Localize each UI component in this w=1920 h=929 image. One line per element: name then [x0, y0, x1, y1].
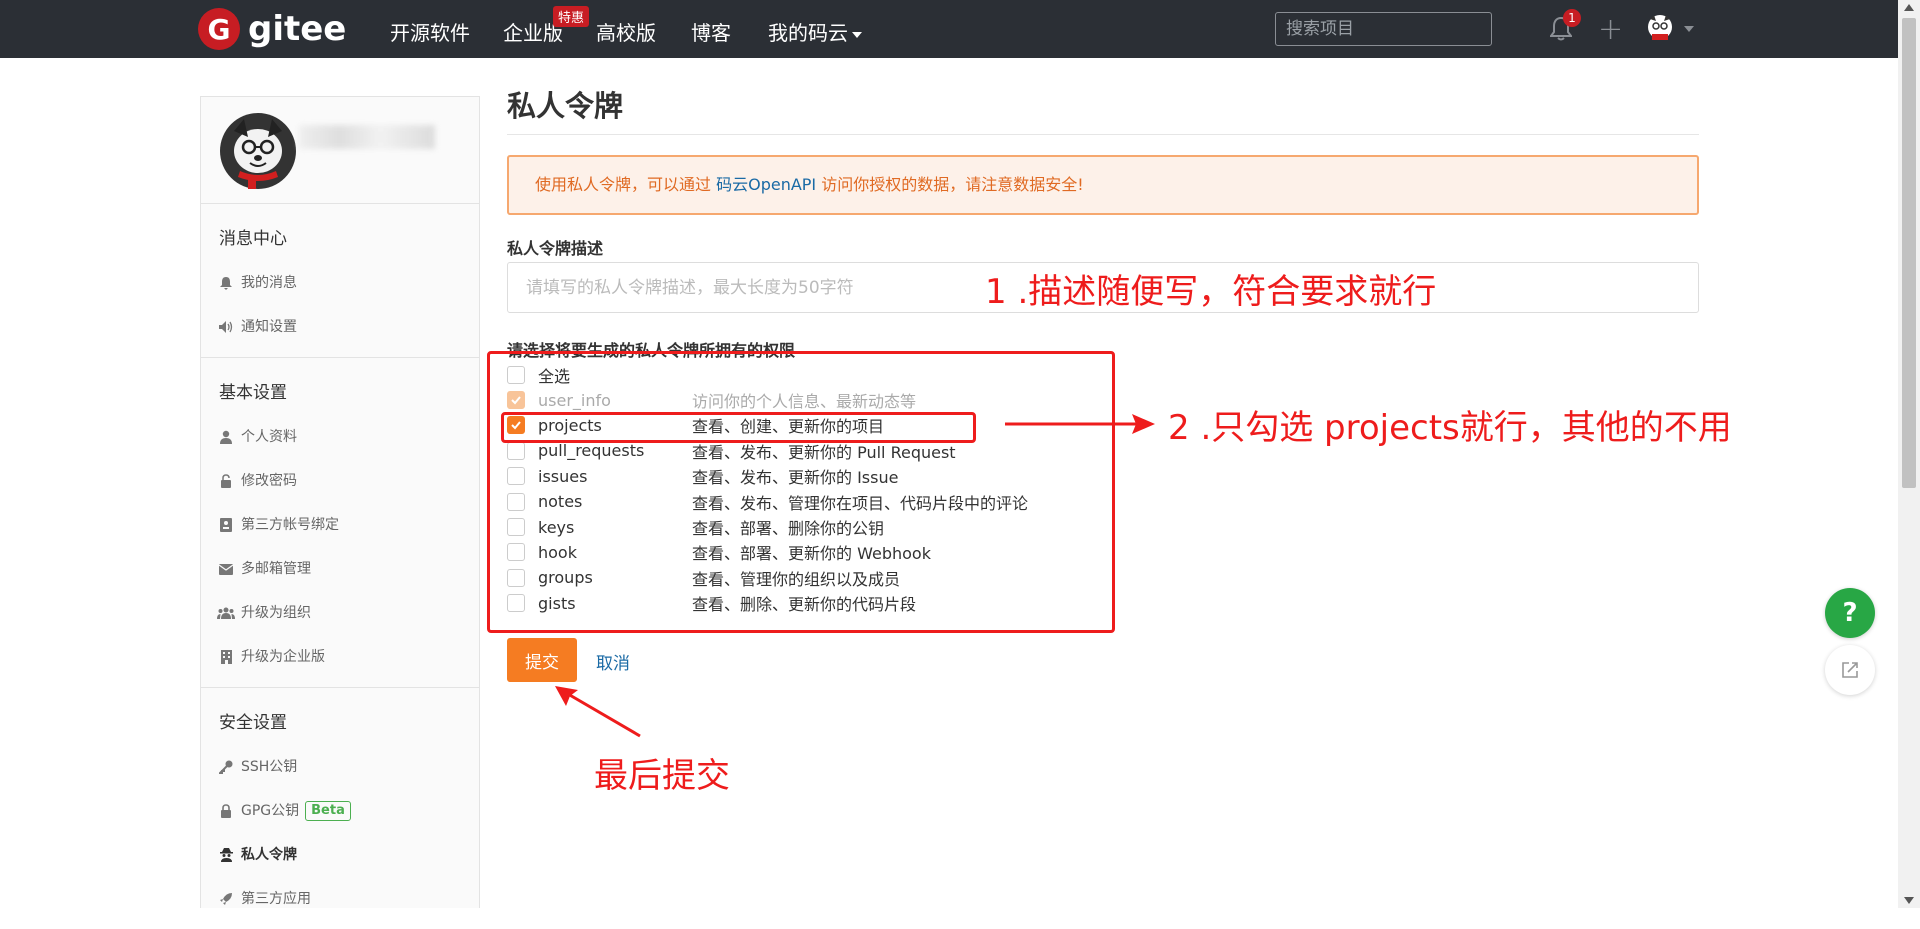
alert-text-prefix: 使用私人令牌，可以通过: [535, 175, 717, 194]
rocket-icon: [217, 891, 235, 907]
arrow-to-submit: [555, 686, 641, 738]
sidebar-item-label: 第三方帐号绑定: [241, 517, 339, 533]
nav-my-gitee[interactable]: 我的码云: [768, 17, 862, 46]
lock-icon: [217, 803, 235, 819]
sidebar-heading: 基本设置: [219, 383, 287, 403]
top-navbar: G gitee 开源软件 企业版 特惠 高校版 博客 我的码云 1 +: [0, 0, 1898, 58]
id-card-icon: [217, 517, 235, 533]
nav-open-source[interactable]: 开源软件: [390, 17, 470, 46]
sidebar-item-my-messages[interactable]: 我的消息: [201, 261, 479, 305]
sidebar-item-change-password[interactable]: 修改密码: [201, 459, 479, 503]
page-title: 私人令牌: [507, 90, 1699, 135]
blurred-username: [299, 125, 435, 149]
sidebar-item-profile[interactable]: 个人资料: [201, 415, 479, 459]
enterprise-promo-badge: 特惠: [553, 6, 590, 27]
sidebar-item-label: 修改密码: [241, 473, 297, 489]
notification-count-badge: 1: [1563, 9, 1581, 27]
sidebar-item-label: 通知设置: [241, 319, 297, 335]
sidebar-section-basic: 基本设置 个人资料 修改密码 第三方帐号绑定 多邮箱管理 升级为组织 升级为企业…: [201, 358, 479, 688]
chevron-down-icon: [852, 31, 862, 38]
speaker-icon: [217, 319, 235, 335]
sidebar-item-label: 升级为组织: [241, 605, 311, 621]
sidebar-item-third-party-apps[interactable]: 第三方应用: [201, 877, 479, 921]
sidebar-item-private-token[interactable]: 私人令牌: [201, 833, 479, 877]
avatar[interactable]: [220, 113, 296, 189]
bell-icon: [217, 275, 235, 291]
nav-blog[interactable]: 博客: [691, 17, 731, 46]
user-menu-chevron-icon[interactable]: [1684, 26, 1694, 32]
users-icon: [217, 605, 235, 621]
info-alert: 使用私人令牌，可以通过 码云OpenAPI 访问你授权的数据，请注意数据安全!: [507, 155, 1699, 215]
annotation-step-2: 2 .只勾选 projects就行，其他的不用: [1168, 408, 1732, 448]
scrollbar-thumb[interactable]: [1902, 18, 1916, 488]
projects-highlight-box: [501, 412, 976, 443]
sidebar-item-upgrade-organization[interactable]: 升级为组织: [201, 591, 479, 635]
user-icon: [217, 429, 235, 445]
alert-text-suffix: 访问你授权的数据，请注意数据安全!: [816, 175, 1084, 194]
profile-card: [201, 97, 479, 204]
user-secret-icon: [217, 847, 235, 863]
plus-icon[interactable]: +: [1598, 12, 1623, 47]
sidebar-item-third-party-binding[interactable]: 第三方帐号绑定: [201, 503, 479, 547]
vertical-scrollbar[interactable]: [1898, 0, 1920, 908]
external-link-icon: [1842, 662, 1858, 678]
sidebar-heading: 安全设置: [219, 713, 287, 733]
user-avatar[interactable]: [1646, 13, 1674, 43]
permissions-highlight-box: [487, 351, 1115, 633]
sidebar-item-label: 私人令牌: [241, 847, 297, 863]
sidebar-item-label: 第三方应用: [241, 891, 311, 907]
sidebar-section-messages: 消息中心 我的消息 通知设置: [201, 204, 479, 358]
annotation-step-3: 最后提交: [594, 756, 730, 796]
sidebar-item-label: 升级为企业版: [241, 649, 325, 665]
beta-badge: Beta: [305, 801, 351, 821]
sidebar-item-label: 我的消息: [241, 275, 297, 291]
scroll-down-arrow-icon[interactable]: [1904, 897, 1914, 904]
sidebar-item-label: 个人资料: [241, 429, 297, 445]
building-icon: [217, 649, 235, 665]
openapi-link[interactable]: 码云OpenAPI: [716, 175, 816, 194]
nav-education[interactable]: 高校版: [596, 17, 656, 46]
gitee-logo-icon: G: [198, 8, 240, 50]
unlock-icon: [217, 473, 235, 489]
key-icon: [217, 759, 235, 775]
sidebar-item-upgrade-enterprise[interactable]: 升级为企业版: [201, 635, 479, 679]
scroll-up-arrow-icon[interactable]: [1904, 4, 1914, 11]
annotation-step-1: 1 .描述随便写，符合要求就行: [985, 272, 1437, 312]
sidebar-heading: 消息中心: [219, 229, 287, 249]
sidebar-item-ssh-keys[interactable]: SSH公钥: [201, 745, 479, 789]
share-button[interactable]: [1825, 645, 1875, 695]
sidebar-item-label: 多邮箱管理: [241, 561, 311, 577]
cancel-link[interactable]: 取消: [596, 649, 630, 674]
search-input[interactable]: [1275, 12, 1492, 46]
submit-button[interactable]: 提交: [507, 638, 577, 682]
gitee-logo-text: gitee: [248, 9, 347, 49]
settings-sidebar: 消息中心 我的消息 通知设置 基本设置 个人资料 修改密码 第三方帐号绑定 多邮…: [200, 96, 480, 908]
sidebar-item-label: SSH公钥: [241, 759, 298, 775]
envelope-icon: [217, 561, 235, 577]
sidebar-item-label: GPG公钥: [241, 803, 300, 819]
token-description-label: 私人令牌描述: [507, 239, 604, 258]
sidebar-item-notification-settings[interactable]: 通知设置: [201, 305, 479, 349]
sidebar-section-security: 安全设置 SSH公钥 GPG公钥 Beta 私人令牌 第三方应用: [201, 688, 479, 929]
nav-my-gitee-label: 我的码云: [768, 21, 848, 45]
help-button[interactable]: ?: [1825, 588, 1875, 638]
main-content: 私人令牌 使用私人令牌，可以通过 码云OpenAPI 访问你授权的数据，请注意数…: [507, 90, 1699, 682]
gitee-logo[interactable]: G gitee: [198, 8, 346, 50]
sidebar-item-multiple-emails[interactable]: 多邮箱管理: [201, 547, 479, 591]
sidebar-item-gpg-keys[interactable]: GPG公钥 Beta: [201, 789, 479, 833]
